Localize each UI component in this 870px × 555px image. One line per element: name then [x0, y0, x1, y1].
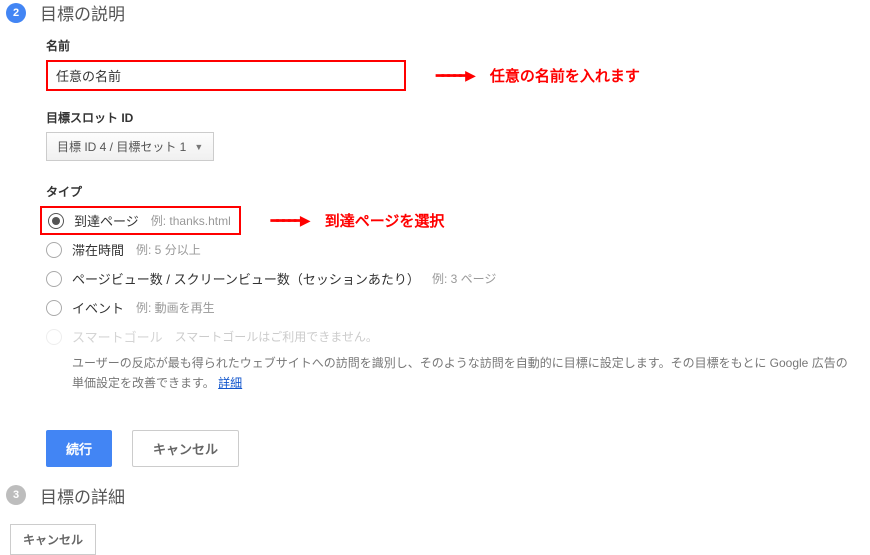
step-3-circle: 3 — [6, 485, 26, 505]
radio-event-label: イベント — [72, 298, 124, 317]
radio-event-example: 例: 動画を再生 — [136, 299, 215, 316]
name-annotation-text: 任意の名前を入れます — [490, 65, 640, 86]
radio-destination[interactable] — [48, 213, 64, 229]
smart-goal-link[interactable]: 詳細 — [218, 376, 242, 390]
radio-pages-example: 例: 3 ページ — [432, 270, 496, 287]
radio-destination-example: 例: thanks.html — [151, 212, 231, 229]
cancel-button-footer[interactable]: キャンセル — [10, 524, 96, 555]
continue-button[interactable]: 続行 — [46, 430, 112, 467]
radio-event[interactable] — [46, 300, 62, 316]
smart-goal-description: ユーザーの反応が最も得られたウェブサイトへの訪問を識別し、そのような訪問を自動的… — [72, 353, 852, 394]
smart-goal-desc-text: ユーザーの反応が最も得られたウェブサイトへの訪問を識別し、そのような訪問を自動的… — [72, 356, 848, 390]
radio-destination-label: 到達ページ — [74, 211, 139, 230]
goal-slot-value: 目標 ID 4 / 目標セット 1 — [57, 138, 186, 155]
radio-duration-label: 滞在時間 — [72, 240, 124, 259]
radio-pages[interactable] — [46, 271, 62, 287]
chevron-down-icon: ▼ — [194, 142, 203, 152]
goal-name-input[interactable] — [46, 60, 406, 91]
radio-smart-unavailable: スマートゴールはご利用できません。 — [175, 328, 378, 345]
radio-smart — [46, 329, 62, 345]
radio-dot-icon — [52, 217, 60, 225]
step-3-number: 3 — [13, 489, 19, 501]
goal-slot-dropdown[interactable]: 目標 ID 4 / 目標セット 1 ▼ — [46, 132, 214, 161]
destination-annotation-arrow: ━━━━━▶ 到達ページを選択 — [271, 210, 445, 231]
radio-pages-label: ページビュー数 / スクリーンビュー数（セッションあたり） — [72, 269, 420, 288]
slot-label: 目標スロット ID — [46, 109, 870, 126]
name-label: 名前 — [46, 37, 870, 54]
step-3-title: 目標の詳細 — [40, 483, 125, 508]
type-label: タイプ — [46, 183, 870, 200]
step-2-title: 目標の説明 — [40, 0, 125, 25]
radio-duration-example: 例: 5 分以上 — [136, 241, 201, 258]
radio-smart-label: スマートゴール — [72, 327, 163, 346]
type-destination-highlight: 到達ページ 例: thanks.html — [40, 206, 241, 235]
radio-duration[interactable] — [46, 242, 62, 258]
name-annotation-arrow: ━━━━━▶ 任意の名前を入れます — [436, 65, 640, 86]
step-2-number: 2 — [13, 7, 19, 19]
cancel-button-inner[interactable]: キャンセル — [132, 430, 239, 467]
step-2-circle: 2 — [6, 3, 26, 23]
destination-annotation-text: 到達ページを選択 — [325, 210, 445, 231]
